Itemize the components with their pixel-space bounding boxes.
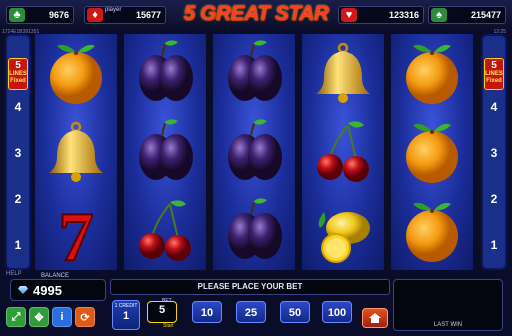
lines-badge: 5 LINES Fixed: [484, 58, 504, 90]
hearts-icon: ♥: [341, 8, 357, 22]
orange-symbol: [35, 34, 117, 112]
line-number[interactable]: 4: [483, 100, 505, 114]
credit-button[interactable]: 1 CREDIT 1: [112, 300, 140, 330]
bet-button[interactable]: 50: [280, 301, 310, 323]
jackpot-diamonds: ♦ player 15677: [84, 6, 166, 24]
jackpot-value: 15677: [135, 10, 161, 20]
jackpot-value: 215477: [470, 10, 501, 20]
line-indicator-right: 5 LINES Fixed 4 3 2 1: [481, 34, 507, 270]
last-win-box: LAST WIN: [393, 279, 503, 331]
line-indicator-left: 5 LINES Fixed 4 3 2 1: [5, 34, 31, 270]
control-buttons: ⤢ ✥ i ⟳: [6, 307, 95, 331]
help-label[interactable]: HELP: [6, 271, 22, 277]
line-number[interactable]: 1: [483, 238, 505, 252]
start-label: Start: [163, 323, 174, 329]
plum-symbol: [213, 113, 295, 191]
orange-symbol: [391, 192, 473, 270]
bet-button[interactable]: 25: [236, 301, 266, 323]
balance-box: BALANCE 4995: [10, 273, 106, 301]
cherry-symbol: [124, 192, 206, 270]
credit-value: 1: [122, 310, 130, 322]
plum-symbol: [213, 192, 295, 270]
line-number[interactable]: 4: [7, 100, 29, 114]
line-number[interactable]: 3: [7, 146, 29, 160]
line-number[interactable]: 3: [483, 146, 505, 160]
info-icon[interactable]: i: [52, 307, 72, 327]
line-number[interactable]: 2: [7, 192, 29, 206]
last-win-label: LAST WIN: [433, 322, 463, 328]
clubs-icon: ♣: [9, 8, 25, 22]
svg-text:7: 7: [59, 199, 94, 270]
lemon-symbol: [302, 192, 384, 270]
diamonds-icon: ♦: [87, 8, 103, 22]
message-bar: PLEASE PLACE YOUR BET: [110, 279, 390, 295]
home-icon: [369, 313, 381, 323]
jackpot-value: 9676: [48, 10, 69, 20]
spades-icon: ♠: [431, 8, 447, 22]
bell-symbol: [302, 34, 384, 112]
fullscreen-icon[interactable]: ⤢: [6, 307, 26, 327]
gem-icon: [18, 286, 28, 294]
plum-symbol: [124, 34, 206, 112]
jackpot-hearts: ♥ 123316: [338, 6, 424, 24]
seven-symbol: 7: [35, 192, 117, 270]
expand-icon[interactable]: ✥: [29, 307, 49, 327]
autoplay-icon[interactable]: ⟳: [75, 307, 95, 327]
jackpot-spades: ♠ 215477: [428, 6, 506, 24]
line-number[interactable]: 1: [7, 238, 29, 252]
home-button[interactable]: [362, 308, 388, 328]
bet-button[interactable]: 100: [322, 301, 352, 323]
bet-button-start[interactable]: 5: [147, 301, 177, 323]
plum-symbol: [213, 34, 295, 112]
balance-label: BALANCE: [41, 273, 70, 279]
bet-button[interactable]: 10: [192, 301, 222, 323]
plum-symbol: [124, 113, 206, 191]
orange-symbol: [391, 34, 473, 112]
balance-value: 4995: [33, 283, 62, 298]
game-title: 5 GREAT STAR: [183, 2, 329, 25]
lines-badge: 5 LINES Fixed: [8, 58, 28, 90]
player-tag: player: [105, 7, 122, 13]
jackpot-clubs: ♣ 9676: [6, 6, 74, 24]
cherry-symbol: [302, 113, 384, 191]
jackpot-value: 123316: [388, 10, 419, 20]
line-number[interactable]: 2: [483, 192, 505, 206]
bell-symbol: [35, 113, 117, 191]
orange-symbol: [391, 113, 473, 191]
